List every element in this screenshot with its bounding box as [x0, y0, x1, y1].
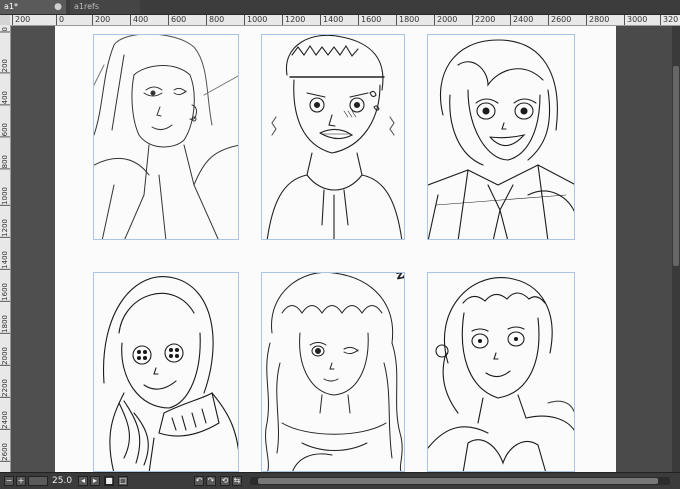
minus-icon[interactable]: −	[4, 476, 14, 486]
actual-size-icon[interactable]: □	[118, 476, 128, 486]
sketch-panel	[427, 272, 575, 472]
rotate-right-icon[interactable]: ↷	[206, 476, 216, 486]
ruler-tick: 1600	[358, 15, 381, 25]
ruler-tick: 200	[0, 59, 10, 74]
vertical-ruler: 0 200 400 600 800 1000 1200 1400 1600 18…	[0, 25, 11, 472]
ruler-tick: 2400	[510, 15, 533, 25]
ruler-tick: 2800	[586, 15, 609, 25]
ruler-tick: 200	[12, 15, 30, 25]
character-sketch	[428, 39, 574, 239]
ruler-tick: 2200	[0, 379, 10, 398]
ruler-tick: 400	[0, 91, 10, 106]
sketch-panel	[427, 34, 575, 240]
character-sketch	[94, 35, 238, 239]
ruler-tick: 1400	[0, 251, 10, 270]
ruler-tick: 2600	[548, 15, 571, 25]
sketch-panel	[93, 34, 239, 240]
plus-icon[interactable]: +	[16, 476, 26, 486]
vertical-scroll-thumb[interactable]	[673, 66, 679, 266]
flip-icon[interactable]: ⇆	[232, 476, 242, 486]
ruler-tick: 1200	[282, 15, 305, 25]
sketch-panel	[261, 34, 405, 240]
ruler-tick: 1400	[320, 15, 343, 25]
ruler-tick: 1800	[396, 15, 419, 25]
sketch-panel: zzz	[261, 272, 405, 472]
fit-icon[interactable]: ■	[104, 476, 114, 486]
character-sketch	[265, 273, 403, 471]
ruler-tick: 0	[0, 27, 10, 33]
zoom-out-icon[interactable]: ◂	[78, 476, 88, 486]
tab-a1refs[interactable]: a1refs	[70, 0, 140, 14]
ruler-tick: 200	[92, 15, 110, 25]
unsaved-dot-icon[interactable]: ●	[54, 0, 62, 14]
ruler-tick: 1800	[0, 315, 10, 334]
ruler-tick: 800	[206, 15, 224, 25]
vertical-scrollbar[interactable]	[672, 26, 680, 472]
character-sketch	[428, 277, 574, 471]
rotate-left-icon[interactable]: ↶	[194, 476, 204, 486]
ruler-tick: 2600	[0, 443, 10, 462]
drawing-canvas[interactable]: zzz	[55, 26, 616, 472]
character-sketch	[266, 35, 403, 239]
ruler-tick: 0	[56, 15, 64, 25]
character-sketch	[102, 276, 238, 471]
tab-a1refs-label: a1refs	[74, 2, 100, 11]
horizontal-scroll-thumb[interactable]	[258, 478, 658, 484]
ruler-tick: 800	[0, 155, 10, 170]
zoom-slider[interactable]	[28, 476, 48, 486]
zoom-in-icon[interactable]: ▸	[90, 476, 100, 486]
ruler-tick: 2400	[0, 411, 10, 430]
ruler-tick: 1000	[244, 15, 267, 25]
ruler-tick: 600	[0, 123, 10, 138]
tab-a1[interactable]: a1* ●	[0, 0, 66, 14]
ruler-tick: 1200	[0, 219, 10, 238]
ruler-tick: 2000	[0, 347, 10, 366]
status-bar: − + 25.0 ◂ ▸ ■ □ ↶ ↷ ⟲ ⇆	[0, 472, 680, 489]
horizontal-scrollbar[interactable]	[250, 477, 670, 485]
ruler-tick: 320	[660, 15, 678, 25]
ruler-tick: 1600	[0, 283, 10, 302]
tab-a1-label: a1*	[4, 2, 18, 11]
ruler-tick: 2200	[472, 15, 495, 25]
sketch-panel	[93, 272, 239, 472]
zoom-level[interactable]: 25.0	[52, 475, 76, 487]
canvas-viewport[interactable]: zzz	[11, 26, 616, 472]
ruler-tick: 400	[130, 15, 148, 25]
horizontal-ruler: 200 0 200 400 600 800 1000 1200 1400 160…	[10, 15, 680, 26]
ruler-tick: 3000	[624, 15, 647, 25]
ruler-tick: 2000	[434, 15, 457, 25]
ruler-tick: 600	[168, 15, 186, 25]
ruler-tick: 1000	[0, 187, 10, 206]
reset-rotate-icon[interactable]: ⟲	[220, 476, 230, 486]
document-tab-bar: a1* ● a1refs	[0, 0, 680, 15]
ruler-corner	[0, 15, 10, 25]
